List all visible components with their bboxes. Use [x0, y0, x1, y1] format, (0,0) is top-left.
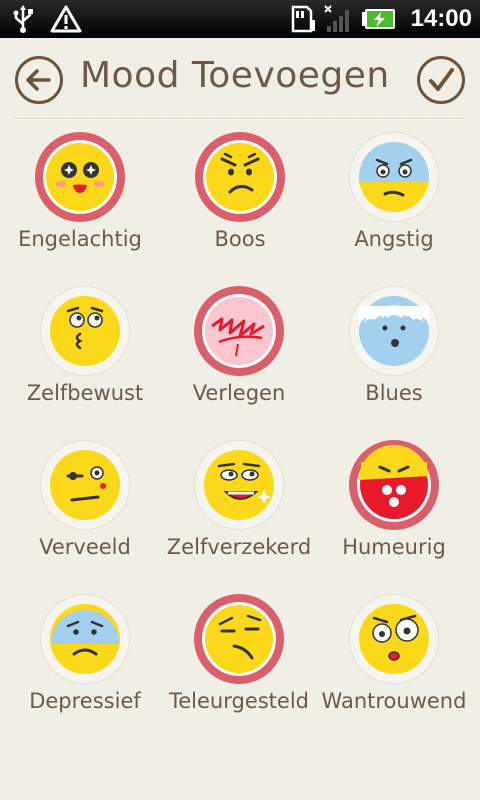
mood-label: Wantrouwend — [321, 689, 467, 713]
disappointed-face-icon — [194, 594, 284, 684]
mood-item-boos[interactable]: Boos — [160, 132, 320, 282]
mood-label: Verlegen — [192, 381, 286, 405]
mood-label: Verveeld — [39, 535, 131, 559]
bored-face-icon — [40, 440, 130, 530]
mood-item-verveeld[interactable]: Verveeld — [5, 440, 165, 590]
self-conscious-face-icon — [40, 286, 130, 376]
mood-item-humeurig[interactable]: Humeurig — [314, 440, 474, 590]
anxious-face-icon — [349, 132, 439, 222]
header-divider — [14, 118, 465, 120]
mood-label: Teleurgesteld — [168, 689, 310, 713]
moody-face-icon — [349, 440, 439, 530]
back-button[interactable] — [15, 56, 63, 104]
suspicious-face-icon — [349, 594, 439, 684]
mood-label: Zelfbewust — [26, 381, 144, 405]
status-bar: 14:00 — [0, 0, 480, 38]
mood-label: Zelfverzekerd — [166, 535, 312, 559]
confirm-button[interactable] — [417, 56, 465, 104]
back-arrow-icon — [26, 69, 51, 91]
mood-label: Boos — [214, 227, 266, 251]
usb-icon — [8, 4, 38, 34]
mood-item-teleurgesteld[interactable]: Teleurgesteld — [159, 594, 319, 744]
mood-item-depressief[interactable]: Depressief — [5, 594, 165, 744]
mood-label: Engelachtig — [18, 227, 142, 251]
mood-item-wantrouwend[interactable]: Wantrouwend — [314, 594, 474, 744]
header-bar: Mood Toevoegen — [0, 38, 480, 118]
no-signal-icon — [323, 4, 353, 34]
shy-face-icon — [194, 286, 284, 376]
mood-item-zelfverzekerd[interactable]: Zelfverzekerd — [159, 440, 319, 590]
mood-item-zelfbewust[interactable]: Zelfbewust — [5, 286, 165, 436]
checkmark-icon — [429, 68, 454, 91]
blues-face-icon — [349, 286, 439, 376]
warning-icon — [50, 4, 82, 34]
sd-card-icon — [289, 4, 315, 34]
angry-face-icon — [195, 132, 285, 222]
page-title: Mood Toevoegen — [80, 55, 390, 96]
mood-item-verlegen[interactable]: Verlegen — [159, 286, 319, 436]
battery-charging-icon — [361, 4, 397, 34]
mood-label: Humeurig — [342, 535, 446, 559]
depressed-face-icon — [40, 594, 130, 684]
confident-face-icon — [194, 440, 284, 530]
mood-item-blues[interactable]: Blues — [314, 286, 474, 436]
mood-label: Blues — [365, 381, 423, 405]
mood-item-angstig[interactable]: Angstig — [314, 132, 474, 282]
mood-item-engelachtig[interactable]: Engelachtig — [0, 132, 160, 282]
angelic-face-icon — [35, 132, 125, 222]
status-clock: 14:00 — [410, 5, 472, 32]
mood-label: Angstig — [354, 227, 434, 251]
mood-label: Depressief — [29, 689, 141, 713]
